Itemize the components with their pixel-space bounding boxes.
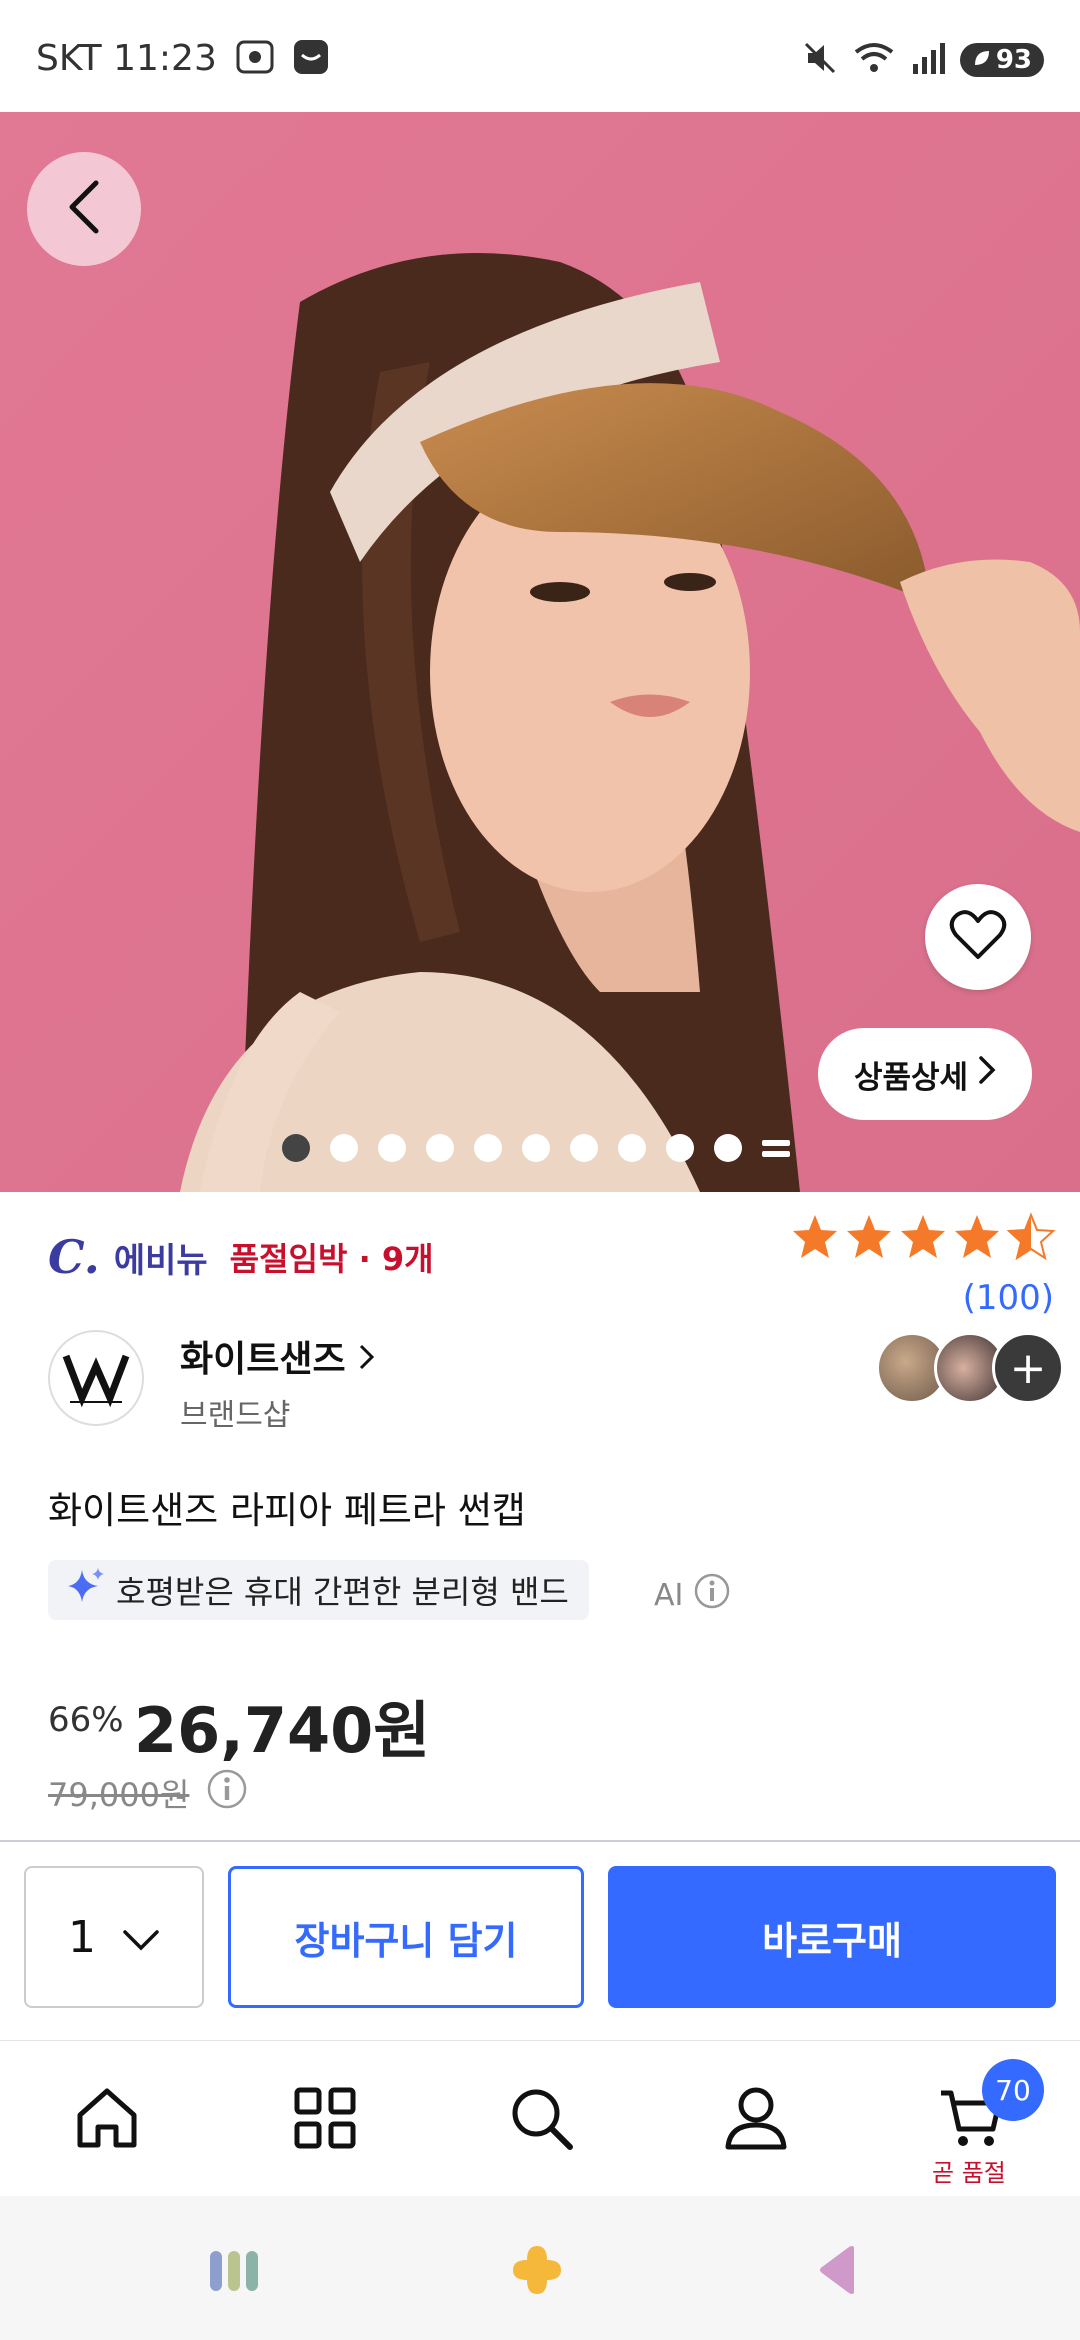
- carousel-dot[interactable]: [378, 1134, 406, 1162]
- product-detail-button[interactable]: 상품상세: [818, 1028, 1032, 1120]
- price-info-icon[interactable]: [206, 1768, 248, 1814]
- ai-info[interactable]: AI: [654, 1572, 731, 1618]
- battery-indicator: 93: [959, 43, 1044, 77]
- carousel-dot[interactable]: [282, 1134, 310, 1162]
- ai-label: AI: [654, 1577, 684, 1613]
- cart-count-badge: 70: [982, 2059, 1044, 2121]
- add-to-cart-label: 장바구니 담기: [294, 1918, 518, 1963]
- system-navigation-bar: [0, 2196, 1080, 2340]
- product-image-carousel[interactable]: 상품상세: [0, 112, 1080, 1192]
- stock-status: 품절임박 · 9개: [229, 1240, 434, 1278]
- status-bar: SKT 11:23 93: [0, 0, 1080, 112]
- product-detail-label: 상품상세: [853, 1059, 969, 1096]
- brand-logo[interactable]: [48, 1330, 144, 1426]
- carousel-dot[interactable]: [330, 1134, 358, 1162]
- back-triangle-icon[interactable]: [808, 2240, 868, 2300]
- brand-name: 화이트샌즈: [180, 1339, 346, 1380]
- quantity-select[interactable]: 1: [24, 1866, 204, 2008]
- rating-stars[interactable]: [790, 1212, 1056, 1266]
- carousel-dot[interactable]: [714, 1134, 742, 1162]
- sale-price: 26,740원: [134, 1694, 431, 1767]
- carrier-time: SKT 11:23: [36, 38, 217, 79]
- carousel-dot[interactable]: [570, 1134, 598, 1162]
- star-icon: [790, 1212, 840, 1266]
- carousel-dot[interactable]: [618, 1134, 646, 1162]
- ai-summary-text: 호평받은 휴대 간편한 분리형 밴드: [116, 1573, 569, 1611]
- chevron-right-icon: [358, 1339, 376, 1380]
- app-notification-icon: [293, 39, 329, 79]
- nav-home[interactable]: [57, 2075, 157, 2165]
- chevron-down-icon: [122, 1912, 160, 1963]
- battery-level: 93: [995, 45, 1032, 75]
- carousel-more-icon[interactable]: [762, 1134, 790, 1162]
- screenshot-icon: [235, 39, 275, 79]
- purchase-action-bar: 1 장바구니 담기 바로구매: [0, 1840, 1080, 2040]
- review-count-link[interactable]: (100): [963, 1278, 1054, 1318]
- bottom-navigation: 70 곧 품절: [0, 2040, 1080, 2196]
- original-price: 79,000원: [48, 1776, 190, 1814]
- nav-my-account[interactable]: [706, 2075, 806, 2165]
- nav-search[interactable]: [491, 2075, 591, 2165]
- leaf-icon: [972, 45, 992, 75]
- white-sands-logo-icon: [62, 1354, 130, 1408]
- signal-icon: [910, 40, 946, 80]
- ai-summary-chip: 호평받은 휴대 간편한 분리형 밴드: [48, 1560, 589, 1620]
- sparkle-icon: [66, 1566, 106, 1614]
- star-icon: [844, 1212, 894, 1266]
- brand-shop-label: 브랜드샵: [180, 1398, 291, 1433]
- c-avenue-logo: C.: [48, 1230, 100, 1284]
- add-to-cart-button[interactable]: 장바구니 담기: [228, 1866, 584, 2008]
- more-photos-button[interactable]: +: [992, 1332, 1064, 1404]
- buy-now-button[interactable]: 바로구매: [608, 1866, 1056, 2008]
- seller-badge-row: C. 에비뉴 품절임박 · 9개: [48, 1230, 434, 1284]
- home-flower-icon[interactable]: [507, 2240, 567, 2300]
- wifi-icon: [852, 40, 896, 80]
- carousel-dot[interactable]: [522, 1134, 550, 1162]
- cart-soldout-note: 곧 품절: [932, 2159, 1006, 2187]
- carousel-dot[interactable]: [474, 1134, 502, 1162]
- chevron-right-icon: [978, 1055, 996, 1093]
- user-icon: [724, 2085, 788, 2155]
- quantity-value: 1: [68, 1911, 96, 1963]
- c-avenue-label[interactable]: 에비뉴: [114, 1233, 208, 1282]
- wishlist-button[interactable]: [925, 884, 1031, 990]
- brand-name-link[interactable]: 화이트샌즈: [180, 1330, 376, 1382]
- search-icon: [508, 2085, 574, 2155]
- chevron-left-icon: [64, 179, 104, 239]
- review-photo-thumbnails[interactable]: +: [876, 1332, 1064, 1404]
- plus-icon: +: [1009, 1342, 1047, 1394]
- grid-icon: [293, 2086, 357, 2154]
- carousel-dot[interactable]: [426, 1134, 454, 1162]
- star-icon: [952, 1212, 1002, 1266]
- heart-icon: [949, 909, 1007, 965]
- star-icon: [898, 1212, 948, 1266]
- info-icon: [693, 1572, 731, 1618]
- half-star-icon: [1006, 1212, 1056, 1266]
- back-button[interactable]: [27, 152, 141, 266]
- mute-icon: [802, 40, 838, 80]
- nav-categories[interactable]: [275, 2075, 375, 2165]
- carousel-indicator: [282, 1134, 790, 1162]
- recent-apps-icon[interactable]: [204, 2240, 264, 2300]
- carousel-dot[interactable]: [666, 1134, 694, 1162]
- home-icon: [74, 2085, 140, 2155]
- discount-rate: 66%: [48, 1700, 124, 1740]
- product-title: 화이트샌즈 라피아 페트라 썬캡: [48, 1489, 526, 1532]
- buy-now-label: 바로구매: [762, 1918, 902, 1963]
